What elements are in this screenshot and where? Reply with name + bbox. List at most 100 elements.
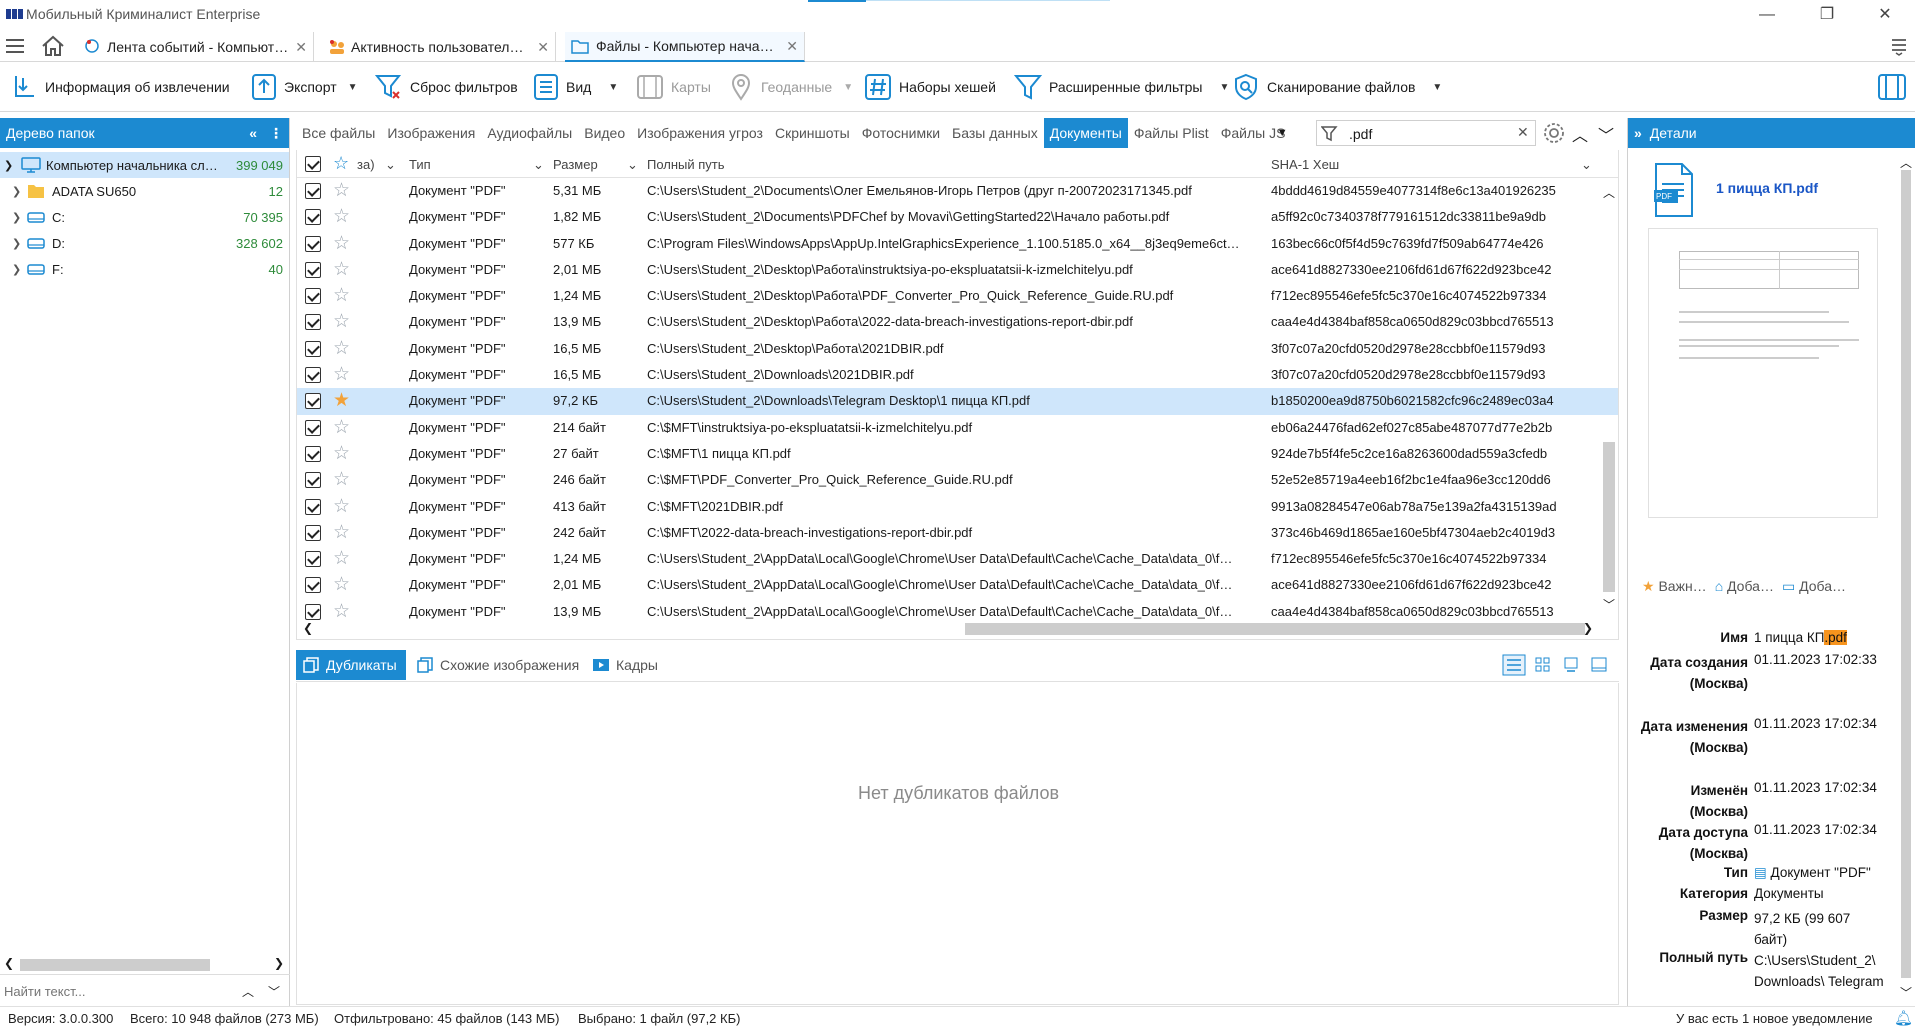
row-checkbox[interactable] [305,235,321,252]
close-icon[interactable]: ✕ [786,38,798,55]
scrollbar-thumb[interactable] [965,623,1585,635]
maximize-button[interactable]: ❐ [1804,3,1850,27]
bell-icon[interactable]: 🔔︎ [1894,1009,1913,1027]
tab-similar-images[interactable]: Схожие изображения [410,650,585,680]
table-row[interactable]: ★ Документ "PDF" 97,2 КБ C:\Users\Student_2… [297,388,1618,415]
scrollbar-thumb[interactable] [1603,442,1615,592]
column-full-path[interactable]: Полный путь [647,157,725,172]
tab-user-activity[interactable]: Активность пользовател… ✕ [322,32,556,62]
scrollbar-thumb[interactable] [20,959,210,971]
row-checkbox[interactable] [305,498,321,515]
vertical-scrollbar[interactable]: ︿ ﹀ [1599,178,1619,618]
grid-view-icon[interactable] [1534,656,1552,677]
scrollbar-thumb[interactable] [1901,170,1911,978]
star-header-icon[interactable]: ☆ [333,153,349,174]
table-row[interactable]: ☆ Документ "PDF" 2,01 МБ C:\Users\Student_2… [297,572,1618,598]
tab-list-icon[interactable] [1890,36,1908,59]
row-checkbox[interactable] [305,393,321,410]
find-next-icon[interactable]: ﹀ [268,983,280,1000]
sort-icon[interactable]: ⌄ [385,157,396,173]
row-checkbox[interactable] [305,183,321,199]
sort-icon[interactable]: ⌄ [627,157,638,173]
scroll-left-icon[interactable]: ❮ [4,956,14,970]
star-icon[interactable]: ☆ [333,547,350,570]
add-note-action[interactable]: ▭ Доба… [1782,578,1846,595]
find-prev-icon[interactable]: ︿ [242,983,254,1000]
row-checkbox[interactable] [305,551,321,568]
horizontal-scrollbar[interactable]: ❮ ❯ [297,618,1599,638]
star-icon[interactable]: ☆ [333,337,350,360]
row-checkbox[interactable] [305,419,321,436]
close-icon[interactable]: ✕ [295,39,307,56]
select-all-checkbox[interactable] [305,156,321,172]
scroll-right-icon[interactable]: ❯ [274,956,284,970]
table-row[interactable]: ☆ Документ "PDF" 242 байт C:\$MFT\2022-data… [297,520,1618,546]
star-icon[interactable]: ☆ [333,416,350,439]
table-row[interactable]: ☆ Документ "PDF" 1,24 МБ C:\Users\Student_2… [297,283,1618,309]
tree-item-drive-d[interactable]: ❯ D: 328 602 [0,230,289,256]
scroll-down-icon[interactable]: ﹀ [1900,984,1912,1001]
find-text-input[interactable] [0,978,236,1004]
star-icon[interactable]: ☆ [333,205,350,228]
star-icon[interactable]: ☆ [333,468,350,491]
close-window-button[interactable]: ✕ [1862,3,1908,27]
export-button[interactable]: Экспорт ▼ [251,70,358,104]
chevron-right-icon[interactable]: ❯ [12,185,26,198]
tab-photos[interactable]: Фотоснимки [856,118,946,148]
scroll-down-icon[interactable]: ﹀ [1603,596,1615,613]
tab-video[interactable]: Видео [578,118,631,148]
tab-documents[interactable]: Документы [1043,118,1128,148]
chevron-right-icon[interactable]: ❯ [12,211,26,224]
row-checkbox[interactable] [305,261,321,278]
extraction-info-button[interactable]: Информация об извлечении [12,70,230,104]
important-action[interactable]: ★ Важн… [1642,578,1707,595]
view-button[interactable]: Вид ▼ [533,70,618,104]
collapse-panel-icon[interactable]: « [249,125,257,141]
row-checkbox[interactable] [305,340,321,357]
tab-images[interactable]: Изображения [381,118,481,148]
tab-frames[interactable]: Кадры [586,650,664,680]
sort-icon[interactable]: ⌄ [533,157,544,173]
maps-button[interactable]: Карты [636,70,711,104]
row-checkbox[interactable] [305,472,321,489]
list-view-icon[interactable] [1502,654,1526,679]
star-icon[interactable]: ☆ [333,573,350,596]
table-row[interactable]: ☆ Документ "PDF" 2,01 МБ C:\Users\Student_2… [297,257,1618,283]
star-icon[interactable]: ☆ [333,363,350,386]
row-checkbox[interactable] [305,445,321,462]
status-notification[interactable]: У вас есть 1 новое уведомление [1676,1011,1873,1026]
preview-view-icon[interactable] [1590,656,1608,677]
details-file-name[interactable]: 1 пицца КП.pdf [1716,180,1818,196]
column-sha1[interactable]: SHA-1 Хеш [1271,157,1339,172]
scroll-right-icon[interactable]: ❯ [1583,621,1593,635]
column-type[interactable]: Тип [409,157,431,172]
clear-search-icon[interactable]: ✕ [1517,124,1529,141]
tree-item-drive-c[interactable]: ❯ C: 70 395 [0,204,289,230]
row-checkbox[interactable] [305,577,321,594]
sort-icon[interactable]: ⌄ [1581,157,1592,173]
advanced-filters-button[interactable]: Расширенные фильтры ▼ [1014,70,1229,104]
more-tabs-icon[interactable]: ▼ [1277,127,1288,139]
close-icon[interactable]: ✕ [537,39,549,56]
scroll-up-icon[interactable]: ︿ [1900,154,1912,171]
tile-view-icon[interactable] [1562,656,1580,677]
add-tag-action[interactable]: ⌂ Доба… [1715,578,1774,595]
tree-item-adata[interactable]: ❯ ADATA SU650 12 [0,178,289,204]
star-icon[interactable]: ☆ [333,495,350,518]
scroll-up-icon[interactable]: ︿ [1603,184,1615,201]
menu-icon[interactable] [4,36,26,59]
chevron-right-icon[interactable]: ❯ [12,237,26,250]
chevron-right-icon[interactable]: ❯ [12,263,26,276]
row-checkbox[interactable] [305,367,321,384]
table-row[interactable]: ☆ Документ "PDF" 13,9 МБ C:\Users\Student_2… [297,309,1618,335]
table-row[interactable]: ☆ Документ "PDF" 1,24 МБ C:\Users\Student_2… [297,546,1618,572]
star-icon[interactable]: ☆ [333,284,350,307]
tab-all-files[interactable]: Все файлы [296,118,381,148]
tab-duplicates[interactable]: Дубликаты [296,650,406,680]
tree-item-computer[interactable]: ❯ Компьютер начальника сл… 399 049 [0,152,289,178]
scroll-up-icon[interactable]: ︿ [1572,122,1588,146]
document-thumbnail[interactable] [1648,228,1878,518]
tab-plist[interactable]: Файлы Plist [1128,118,1215,148]
search-input[interactable]: .pdf [1349,126,1372,142]
table-row[interactable]: ☆ Документ "PDF" 214 байт C:\$MFT\instrukts… [297,415,1618,441]
